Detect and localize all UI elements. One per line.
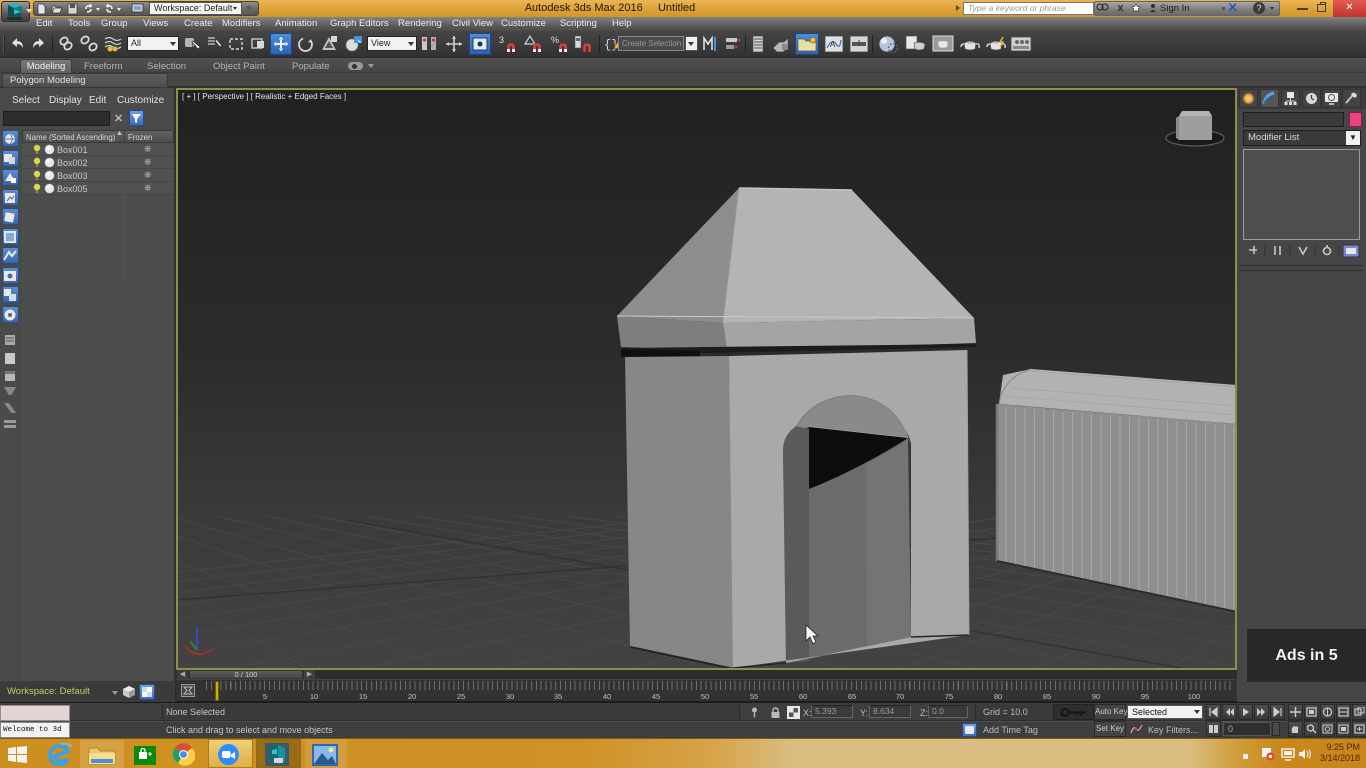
svg-text:A: A	[830, 40, 836, 49]
svg-text:[ + ] [ Perspective ] [ Realis: [ + ] [ Perspective ] [ Realistic + Edge…	[182, 92, 346, 101]
svg-text:%: %	[551, 35, 559, 45]
svg-text:3: 3	[499, 35, 504, 45]
